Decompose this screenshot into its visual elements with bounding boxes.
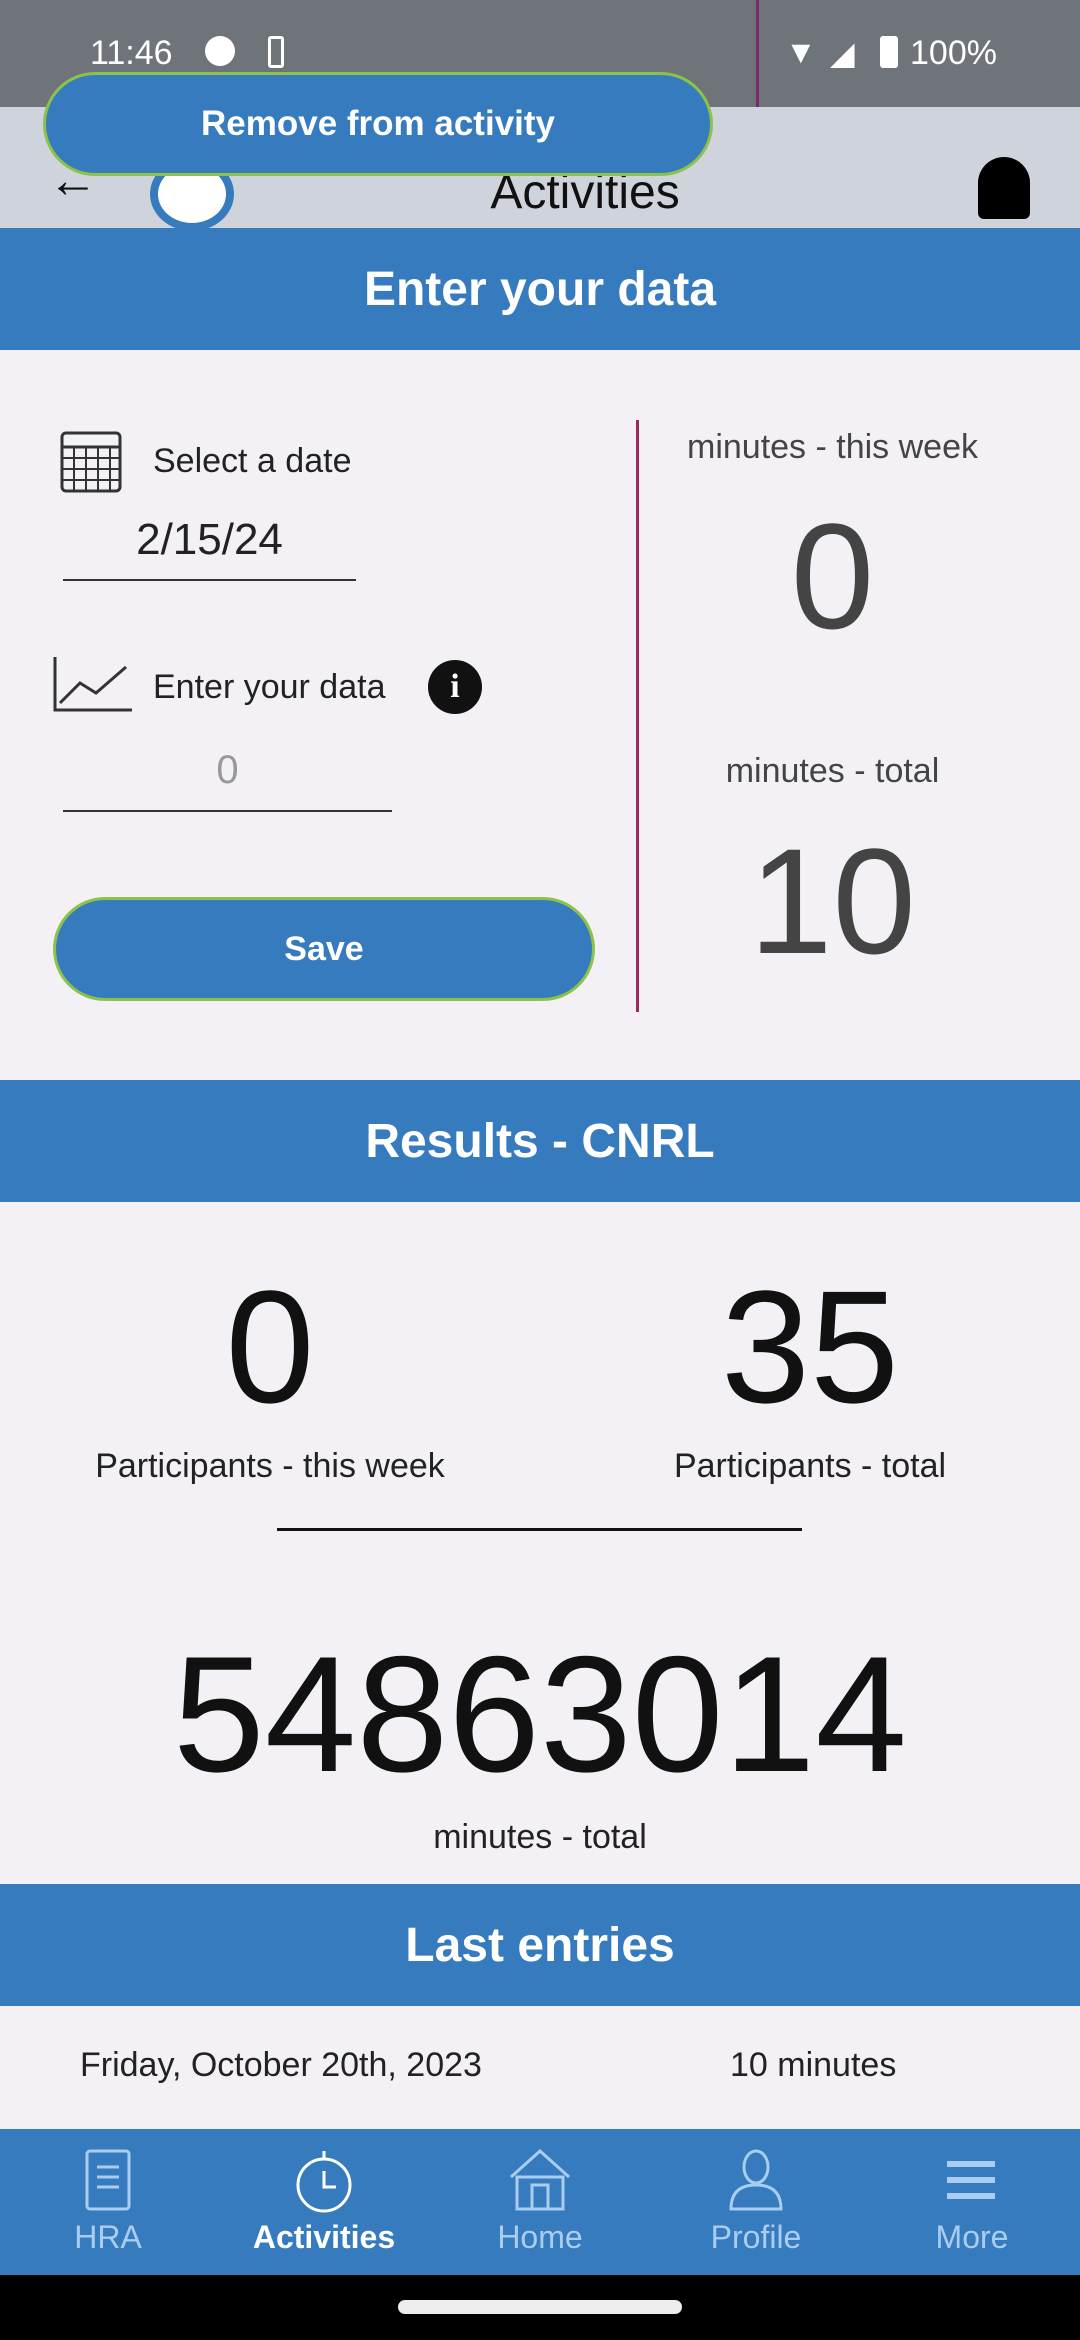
minutes-week-label: minutes - this week	[687, 428, 978, 466]
enter-data-banner: Enter your data	[0, 228, 1080, 350]
nav-label: Activities	[252, 2219, 396, 2255]
document-icon	[85, 2149, 131, 2211]
status-time: 11:46	[90, 34, 173, 72]
signal-icon: ◢	[830, 35, 855, 71]
wifi-icon: ▼	[785, 34, 817, 70]
list-item: Friday, October 20th, 2023 10 minutes	[0, 2006, 1080, 2129]
participants-week-label: Participants - this week	[95, 1447, 445, 1485]
divider	[277, 1528, 802, 1531]
nav-label: Home	[497, 2219, 583, 2255]
menu-icon	[947, 2161, 995, 2199]
participants-total-label: Participants - total	[673, 1447, 947, 1485]
nav-label: HRA	[74, 2219, 142, 2255]
results-banner: Results - CNRL	[0, 1080, 1080, 1202]
remove-from-activity-button[interactable]: Remove from activity	[43, 72, 713, 176]
select-date-label: Select a date	[153, 442, 352, 480]
battery-percent: 100%	[910, 34, 997, 72]
info-icon[interactable]: i	[428, 660, 482, 714]
minutes-total-value: 10	[749, 817, 916, 985]
home-gesture-handle[interactable]	[398, 2300, 682, 2314]
profile-icon	[729, 2149, 783, 2211]
system-nav-bar	[0, 2275, 1080, 2340]
minutes-total-all-label: minutes - total	[433, 1818, 647, 1856]
nav-item-activities[interactable]: Activities	[216, 2129, 432, 2275]
save-button[interactable]: Save	[53, 897, 595, 1001]
nav-item-home[interactable]: Home	[432, 2129, 648, 2275]
minutes-week-value: 0	[790, 492, 875, 660]
nav-item-hra[interactable]: HRA	[0, 2129, 216, 2275]
chart-line-icon	[53, 657, 132, 712]
bottom-nav: HRA Activities Home Profile More	[0, 2129, 1080, 2275]
data-input[interactable]: 0	[63, 748, 392, 812]
divider	[636, 420, 639, 1012]
alert-notification-icon	[268, 36, 284, 68]
home-icon	[509, 2148, 571, 2211]
nav-item-profile[interactable]: Profile	[648, 2129, 864, 2275]
nav-label: Profile	[710, 2219, 802, 2255]
minutes-total-all-value: 54863014	[172, 1622, 908, 1806]
entry-value: 10 minutes	[730, 2046, 897, 2084]
entry-date: Friday, October 20th, 2023	[80, 2046, 482, 2084]
nav-label: More	[935, 2219, 1009, 2255]
app-notification-icon	[205, 36, 235, 66]
date-input[interactable]: 2/15/24	[63, 515, 356, 581]
enter-data-label: Enter your data	[153, 668, 386, 706]
calendar-icon[interactable]	[60, 425, 124, 495]
participants-total-value: 35	[721, 1257, 899, 1436]
battery-icon	[880, 36, 898, 68]
participants-week-value: 0	[225, 1257, 315, 1436]
stopwatch-icon	[296, 2151, 352, 2213]
bell-icon[interactable]	[978, 157, 1030, 219]
last-entries-banner: Last entries	[0, 1884, 1080, 2006]
minutes-total-label: minutes - total	[725, 752, 940, 790]
nav-item-more[interactable]: More	[864, 2129, 1080, 2275]
